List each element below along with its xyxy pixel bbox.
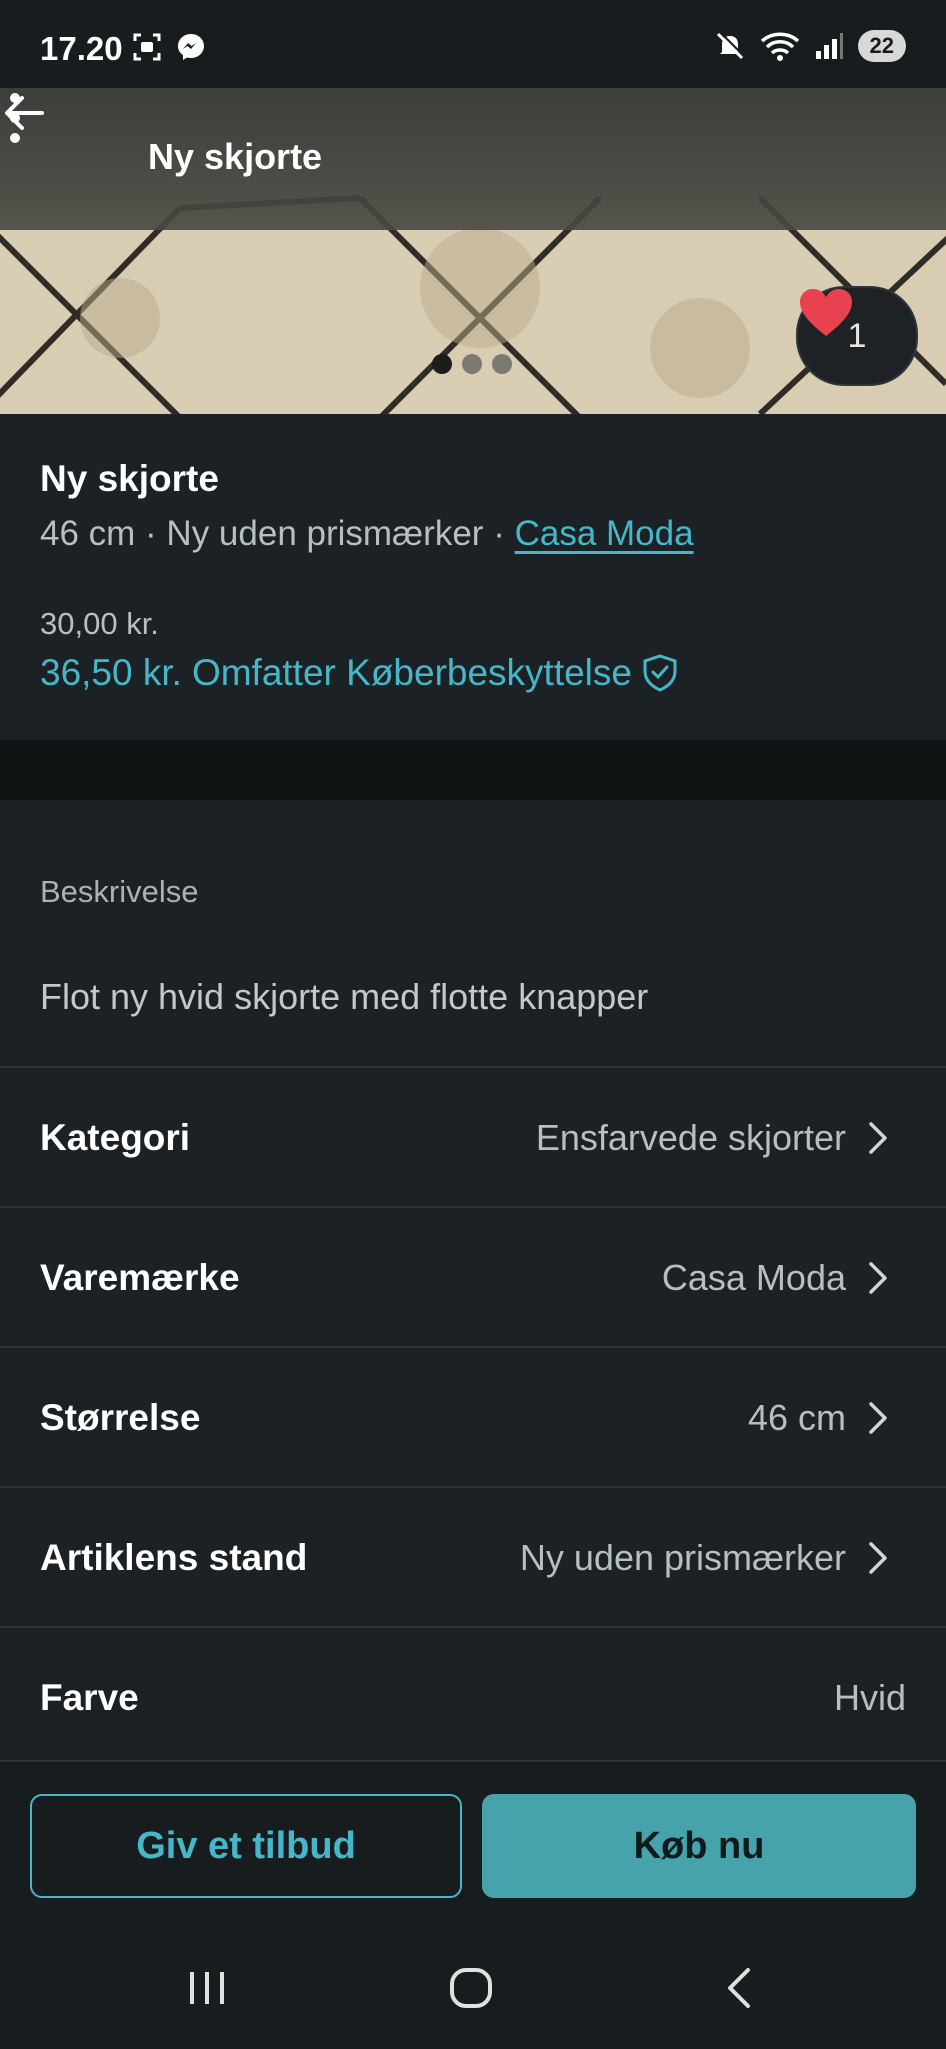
- attribute-name: Størrelse: [40, 1397, 201, 1438]
- item-title: Ny skjorte: [40, 458, 219, 499]
- status-notification-icons: [132, 32, 206, 62]
- attribute-row-brand[interactable]: Varemærke Casa Moda: [0, 1206, 946, 1348]
- carousel-dot[interactable]: [492, 354, 512, 374]
- attribute-row-category[interactable]: Kategori Ensfarvede skjorter: [0, 1066, 946, 1208]
- buy-now-button[interactable]: Køb nu: [482, 1794, 916, 1898]
- attribute-value: 46 cm: [747, 1397, 846, 1438]
- mute-icon: [716, 31, 745, 60]
- photo-shadow-overlay: [0, 88, 946, 230]
- status-bar: 17.20 22: [0, 0, 946, 88]
- attribute-name: Farve: [40, 1677, 139, 1718]
- meta-separator: ·: [135, 514, 167, 553]
- item-condition: Ny uden prismærker: [166, 514, 484, 553]
- description-label: Beskrivelse: [40, 874, 199, 909]
- attribute-name: Kategori: [40, 1117, 191, 1158]
- item-price: 30,00 kr.: [40, 606, 159, 641]
- attribute-value: Hvid: [833, 1677, 906, 1718]
- favorite-button[interactable]: 1: [796, 286, 918, 386]
- carousel-indicator: [432, 354, 512, 374]
- buyer-protection-price[interactable]: 36,50 kr. Omfatter Køberbeskyttelse: [40, 652, 678, 694]
- item-summary: Ny skjorte 46 cm · Ny uden prismærker · …: [0, 414, 946, 740]
- item-size: 46 cm: [40, 514, 136, 553]
- system-navigation-bar: [0, 1910, 946, 2049]
- attribute-row-size[interactable]: Størrelse 46 cm: [0, 1346, 946, 1488]
- attribute-row-condition[interactable]: Artiklens stand Ny uden prismærker: [0, 1486, 946, 1628]
- attribute-name: Varemærke: [40, 1257, 240, 1298]
- heart-icon: [800, 289, 852, 336]
- more-options-icon[interactable]: [0, 88, 30, 148]
- back-icon[interactable]: [722, 1966, 756, 2010]
- brand-link[interactable]: Casa Moda: [515, 514, 694, 553]
- wifi-icon: [760, 32, 799, 61]
- item-meta: 46 cm · Ny uden prismærker · Casa Moda: [40, 514, 694, 554]
- section-divider: [0, 740, 946, 800]
- total-price: 36,50 kr.: [40, 652, 182, 693]
- item-details: Beskrivelse Flot ny hvid skjorte med flo…: [0, 800, 946, 1760]
- purchase-action-bar: Giv et tilbud Køb nu: [0, 1760, 946, 1912]
- chevron-right-icon: [869, 1542, 887, 1574]
- attribute-name: Artiklens stand: [40, 1537, 308, 1578]
- chevron-right-icon: [869, 1122, 887, 1154]
- status-system-icons: 22: [714, 30, 906, 62]
- screenshot-icon: [133, 33, 161, 61]
- carousel-dot[interactable]: [462, 354, 482, 374]
- carousel-dot[interactable]: [432, 354, 452, 374]
- meta-separator: ·: [483, 514, 515, 553]
- page-title: Ny skjorte: [148, 136, 323, 177]
- chevron-right-icon: [869, 1262, 887, 1294]
- messenger-icon: [178, 34, 204, 60]
- signal-icon: [815, 33, 843, 59]
- chevron-right-icon: [869, 1402, 887, 1434]
- attribute-row-color: Farve Hvid: [0, 1626, 946, 1768]
- shield-check-icon: [643, 654, 677, 692]
- status-time: 17.20: [40, 30, 123, 67]
- item-photo-gallery[interactable]: Ny skjorte 1: [0, 88, 946, 414]
- attribute-value: Ny uden prismærker: [519, 1537, 846, 1578]
- make-offer-button[interactable]: Giv et tilbud: [30, 1794, 462, 1898]
- battery-indicator: 22: [857, 30, 906, 62]
- buyer-protection-text: Omfatter Køberbeskyttelse: [191, 652, 632, 693]
- home-icon[interactable]: [448, 1966, 494, 2010]
- attribute-value: Casa Moda: [661, 1257, 846, 1298]
- description-text: Flot ny hvid skjorte med flotte knapper: [40, 976, 649, 1017]
- attribute-value: Ensfarvede skjorter: [535, 1117, 846, 1158]
- recent-apps-icon[interactable]: [186, 1968, 228, 2008]
